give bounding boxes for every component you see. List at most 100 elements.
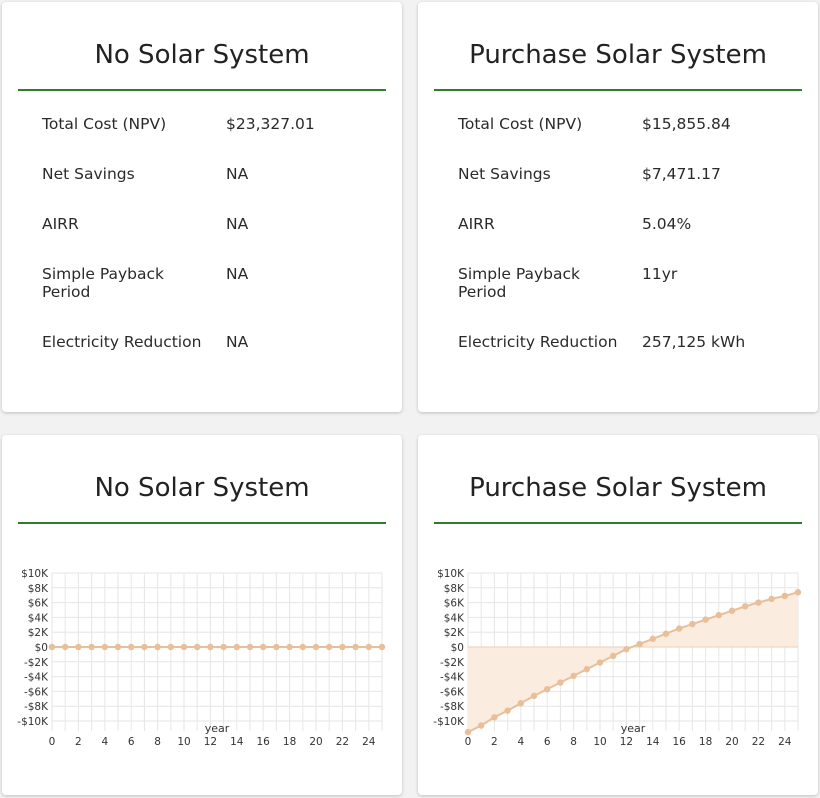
metric-label: Net Savings bbox=[458, 165, 551, 183]
data-point bbox=[154, 643, 161, 651]
metric-value: NA bbox=[226, 165, 249, 183]
data-point bbox=[504, 707, 511, 714]
data-point bbox=[339, 643, 346, 651]
metric-value: $7,471.17 bbox=[642, 165, 721, 183]
data-point bbox=[220, 643, 227, 651]
x-tick-label: 6 bbox=[128, 736, 135, 748]
data-point bbox=[365, 643, 372, 651]
x-tick-label: 2 bbox=[75, 736, 82, 748]
y-tick-label: -$4K bbox=[440, 672, 465, 684]
x-tick-label: 20 bbox=[725, 736, 738, 748]
y-tick-label: $10K bbox=[437, 568, 465, 580]
data-point bbox=[62, 643, 69, 651]
data-point bbox=[478, 722, 485, 729]
x-tick-label: 6 bbox=[544, 736, 551, 748]
data-point bbox=[517, 700, 524, 707]
data-point bbox=[180, 643, 188, 651]
metric-label: AIRR bbox=[42, 215, 79, 233]
metric-value: $23,327.01 bbox=[226, 115, 315, 133]
data-point bbox=[610, 652, 617, 660]
purchase-chart-card: Purchase Solar System $10K $8K $6K $4K $2K $0… bbox=[418, 435, 818, 795]
data-point bbox=[101, 643, 109, 651]
x-tick-label: 18 bbox=[699, 736, 712, 748]
data-point bbox=[715, 611, 722, 619]
x-tick-label: 4 bbox=[517, 736, 524, 748]
x-tick-label: 24 bbox=[362, 736, 376, 748]
x-tick-label: 16 bbox=[673, 736, 687, 748]
x-tick-label: 2 bbox=[491, 736, 498, 748]
metric-value: 11yr bbox=[642, 265, 678, 283]
chart-grid bbox=[51, 572, 383, 731]
data-point bbox=[75, 643, 82, 651]
metric-label: Net Savings bbox=[42, 165, 135, 183]
data-point bbox=[544, 685, 551, 693]
y-tick-label: -$8K bbox=[24, 701, 49, 713]
x-tick-label: 12 bbox=[620, 736, 633, 748]
y-tick-label: $4K bbox=[444, 612, 465, 624]
metric-label: Electricity Reduction bbox=[42, 333, 202, 351]
x-tick-label: 0 bbox=[49, 736, 56, 748]
y-tick-label: -$8K bbox=[440, 701, 465, 713]
data-point bbox=[114, 643, 122, 651]
x-tick-label: 12 bbox=[204, 736, 217, 748]
x-tick-label: 18 bbox=[283, 736, 296, 748]
y-tick-label: -$6K bbox=[24, 686, 49, 698]
metric-label: Electricity Reduction bbox=[458, 333, 618, 351]
data-point bbox=[702, 616, 709, 623]
data-point bbox=[781, 592, 788, 600]
data-point bbox=[273, 643, 280, 651]
x-tick-label: 20 bbox=[309, 736, 322, 748]
x-tick-label: 10 bbox=[593, 736, 606, 748]
purchase-metrics-card: Purchase Solar System Total Cost (NPV) $… bbox=[418, 2, 818, 412]
x-tick-label: 0 bbox=[465, 736, 472, 748]
data-point bbox=[128, 643, 135, 651]
x-axis-label: year bbox=[205, 722, 230, 735]
divider bbox=[434, 89, 802, 91]
y-tick-label: $8K bbox=[444, 583, 465, 595]
y-axis-ticks: $10K $8K $6K $4K $2K $0 -$2K -$4K -$6K -$8K -$10K bbox=[433, 568, 465, 728]
x-tick-label: 24 bbox=[778, 736, 792, 748]
x-tick-label: 10 bbox=[177, 736, 190, 748]
no-solar-chart-card: No Solar System $10K $8K $6K $4K $2K $0 -$2K -$… bbox=[2, 435, 402, 795]
data-point bbox=[570, 672, 577, 680]
data-point bbox=[312, 643, 320, 651]
y-tick-label: $6K bbox=[28, 598, 49, 610]
data-point bbox=[649, 635, 656, 643]
x-axis-ticks: 0 2 4 6 8 10 12 14 16 18 20 22 24 bbox=[465, 736, 792, 748]
metric-value: 5.04% bbox=[642, 215, 692, 233]
data-point bbox=[662, 630, 670, 637]
y-tick-label: $8K bbox=[28, 583, 49, 595]
data-point bbox=[530, 692, 538, 700]
metric-label: Simple Payback Period bbox=[42, 265, 165, 301]
data-point bbox=[623, 646, 630, 653]
x-tick-label: 14 bbox=[646, 736, 660, 748]
data-point bbox=[48, 643, 56, 651]
y-tick-label: -$2K bbox=[440, 657, 465, 669]
y-axis-ticks: $10K $8K $6K $4K $2K $0 -$2K -$4K -$6K -$8K -$10K bbox=[17, 568, 49, 728]
data-point bbox=[676, 625, 683, 632]
data-point bbox=[557, 679, 564, 686]
data-point bbox=[260, 643, 267, 651]
y-tick-label: $2K bbox=[28, 627, 49, 639]
y-tick-label: $2K bbox=[444, 627, 465, 639]
y-tick-label: $6K bbox=[444, 598, 465, 610]
data-point bbox=[768, 595, 775, 603]
y-tick-label: $10K bbox=[21, 568, 49, 580]
metric-value: 257,125 kWh bbox=[642, 333, 746, 351]
data-point bbox=[246, 643, 254, 651]
data-point bbox=[352, 643, 359, 651]
card-title: Purchase Solar System bbox=[469, 40, 767, 70]
metric-value: $15,855.84 bbox=[642, 115, 731, 133]
x-tick-label: 8 bbox=[570, 736, 577, 748]
data-point bbox=[233, 643, 240, 651]
x-tick-label: 8 bbox=[154, 736, 161, 748]
y-tick-label: $0 bbox=[451, 642, 464, 654]
y-tick-label: -$10K bbox=[17, 716, 49, 728]
x-tick-label: 22 bbox=[752, 736, 765, 748]
metric-label: AIRR bbox=[458, 215, 495, 233]
y-tick-label: -$6K bbox=[440, 686, 465, 698]
x-tick-label: 4 bbox=[101, 736, 108, 748]
data-point bbox=[88, 643, 95, 651]
data-point bbox=[755, 599, 762, 606]
no-solar-metrics-card: No Solar System Total Cost (NPV) $23,327… bbox=[2, 2, 402, 412]
